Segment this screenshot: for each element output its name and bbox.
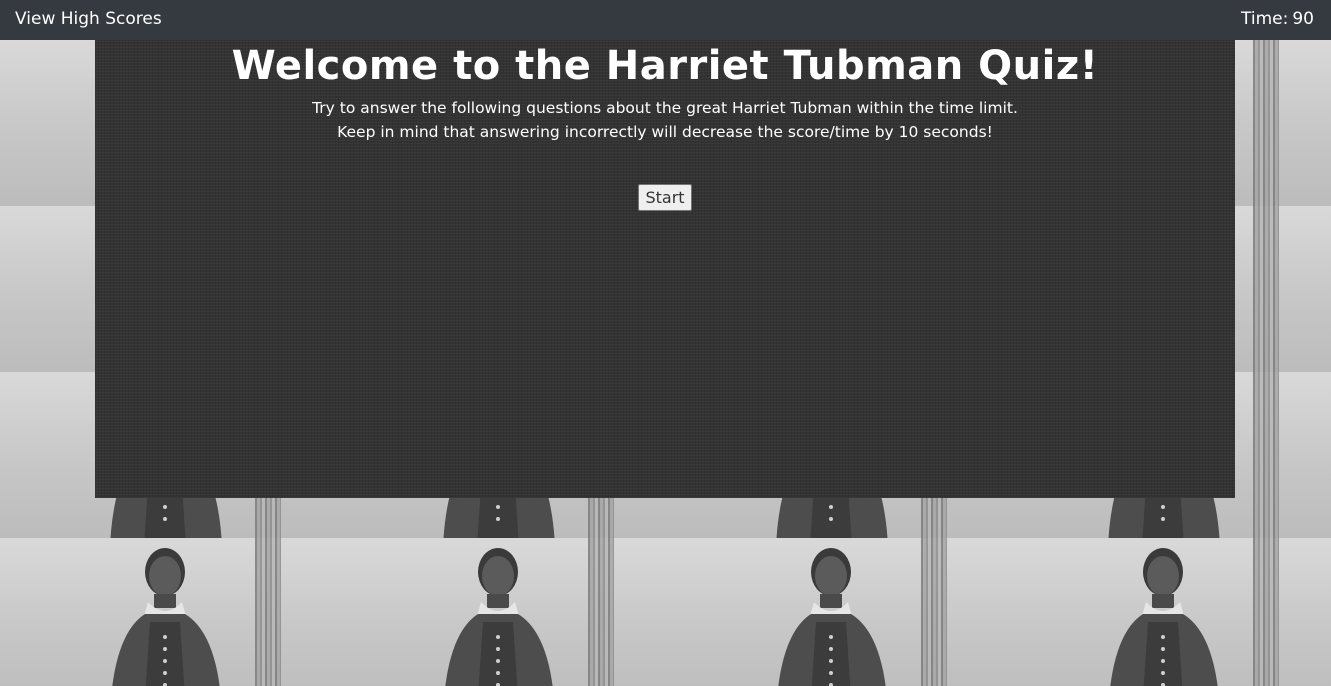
portrait-photo-icon — [90, 542, 240, 686]
portrait-photo-icon — [1088, 542, 1238, 686]
background-tile — [998, 538, 1331, 686]
column-decoration — [587, 538, 614, 686]
column-decoration — [255, 538, 281, 686]
column-decoration — [1253, 206, 1280, 372]
column-decoration — [1253, 538, 1280, 686]
start-button[interactable]: Start — [638, 184, 692, 211]
intro-text: Try to answer the following questions ab… — [95, 96, 1235, 144]
background-tile — [332, 538, 666, 686]
intro-line-2: Keep in mind that answering incorrectly … — [337, 123, 993, 141]
portrait-photo-icon — [423, 542, 573, 686]
background-tile — [665, 538, 999, 686]
column-decoration — [1253, 40, 1280, 206]
timer: Time: 90 — [1241, 9, 1314, 29]
portrait-photo-icon — [756, 542, 906, 686]
timer-value: 90 — [1292, 9, 1314, 29]
timer-label: Time: — [1241, 9, 1289, 29]
page-title: Welcome to the Harriet Tubman Quiz! — [231, 43, 1099, 89]
column-decoration — [1253, 372, 1280, 538]
top-navbar: View High Scores Time: 90 — [0, 0, 1331, 40]
intro-line-1: Try to answer the following questions ab… — [312, 99, 1018, 117]
background-tile — [0, 538, 333, 686]
quiz-intro-panel: Welcome to the Harriet Tubman Quiz! Try … — [95, 40, 1235, 498]
column-decoration — [920, 538, 947, 686]
view-high-scores-link[interactable]: View High Scores — [15, 9, 162, 29]
